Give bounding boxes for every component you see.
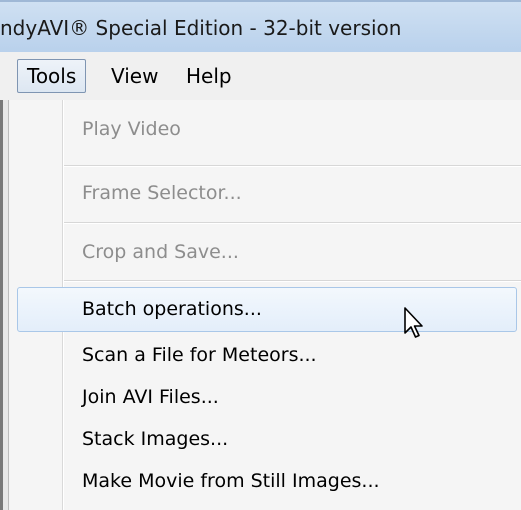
menu-item-scan-meteors[interactable]: Scan a File for Meteors... [82,344,317,366]
menu-item-frame-selector[interactable]: Frame Selector... [82,182,242,204]
menu-view[interactable]: View [102,59,167,93]
title-bar: ndyAVI® Special Edition - 32-bit version [0,0,521,52]
menu-bar: Tools View Help [0,52,521,101]
window-left-border [0,100,3,510]
menu-item-stack-images[interactable]: Stack Images... [82,428,228,450]
menu-separator [64,165,521,167]
menu-help[interactable]: Help [177,59,241,93]
menu-tools[interactable]: Tools [17,59,87,93]
menu-item-play-video[interactable]: Play Video [82,118,181,140]
menu-item-crop-and-save[interactable]: Crop and Save... [82,241,239,263]
window-title: ndyAVI® Special Edition - 32-bit version [0,16,402,40]
arrow-cursor-icon [404,307,423,338]
menu-item-batch-operations[interactable]: Batch operations... [82,298,262,320]
menu-separator [64,280,521,282]
menu-separator [64,222,521,224]
menu-item-join-avi[interactable]: Join AVI Files... [82,386,219,408]
menu-item-make-movie[interactable]: Make Movie from Still Images... [82,470,380,492]
